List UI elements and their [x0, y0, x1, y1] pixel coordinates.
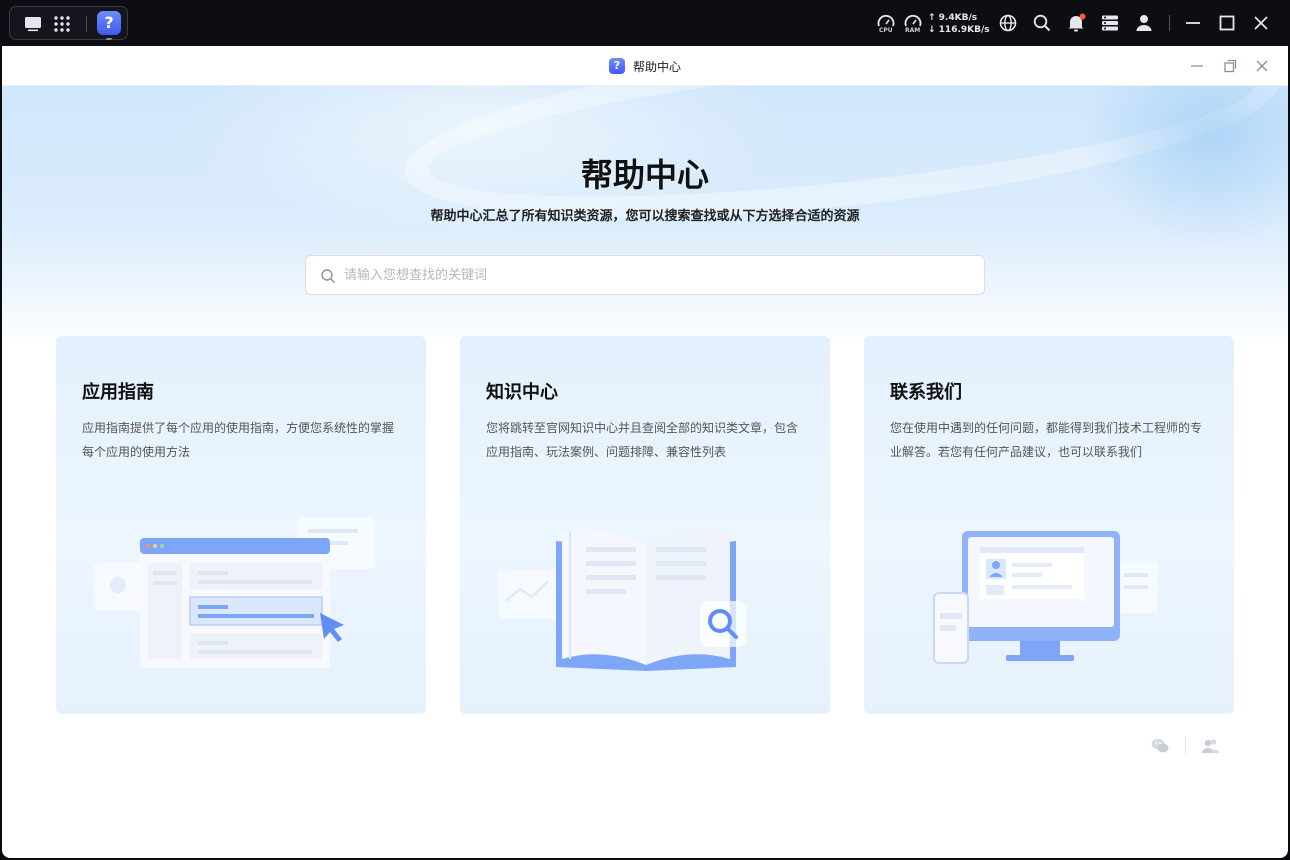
download-speed: ↓ 116.9KB/s [928, 25, 990, 35]
user-icon[interactable] [1134, 13, 1154, 33]
search-input[interactable] [344, 264, 964, 286]
close-icon[interactable] [1251, 13, 1271, 33]
cpu-label: CPU [879, 27, 893, 34]
taskbar-separator [1169, 15, 1170, 31]
window-close-icon[interactable] [1254, 58, 1270, 74]
window-minimize-icon[interactable] [1189, 58, 1205, 74]
card-app-guide[interactable]: 应用指南 应用指南提供了每个应用的使用指南，方便您系统性的掌握每个应用的使用方法 [56, 336, 426, 714]
window-title-icon: ? [609, 58, 625, 74]
bell-icon[interactable] [1066, 13, 1086, 33]
card-title: 知识中心 [486, 382, 558, 403]
page-title: 帮助中心 [580, 156, 709, 194]
upload-speed: ↑ 9.4KB/s [928, 13, 978, 23]
page-subtitle: 帮助中心汇总了所有知识类资源，您可以搜索查找或从下方选择合适的资源 [430, 209, 860, 224]
network-speed: ↑ 9.4KB/s ↓ 116.9KB/s [928, 12, 990, 36]
app-grid-icon[interactable] [52, 14, 72, 34]
help-center-app-icon[interactable]: ? [97, 11, 121, 40]
card-knowledge-center[interactable]: 知识中心 您将跳转至官网知识中心并且查阅全部的知识类文章，包含应用指南、玩法案例… [460, 336, 830, 714]
card-description: 您在使用中遇到的任何问题，都能得到我们技术工程师的专业解答。若您有任何产品建议，… [890, 421, 1203, 459]
window-title: 帮助中心 [633, 60, 682, 74]
server-icon[interactable] [1100, 13, 1120, 33]
notification-dot [1079, 13, 1086, 20]
system-taskbar: ? CPU RAM ↑ 9.4KB/s ↓ 116.9KB/s [0, 0, 1290, 46]
globe-icon[interactable] [998, 13, 1018, 33]
card-title: 应用指南 [82, 382, 154, 403]
help-center-window: ? 帮助中心 帮助中心 帮助中心汇总了所有知识类资源，您可以搜索查找或从下方选择… [2, 46, 1288, 858]
minimize-icon[interactable] [1183, 13, 1203, 33]
app-dock: ? [9, 6, 128, 40]
search-box[interactable] [305, 255, 985, 295]
desktop-icon[interactable] [23, 14, 43, 34]
footer-separator [1185, 737, 1186, 755]
app-guide-illustration [94, 517, 374, 668]
search-icon[interactable] [1032, 13, 1052, 33]
card-contact-us[interactable]: 联系我们 您在使用中遇到的任何问题，都能得到我们技术工程师的专业解答。若您有任何… [864, 336, 1234, 714]
window-titlebar[interactable]: ? 帮助中心 [2, 46, 1288, 86]
maximize-icon[interactable] [1217, 13, 1237, 33]
card-description: 应用指南提供了每个应用的使用指南，方便您系统性的掌握每个应用的使用方法 [82, 421, 395, 459]
wechat-icon[interactable] [1150, 736, 1170, 756]
card-title: 联系我们 [890, 382, 962, 403]
ram-label: RAM [905, 27, 921, 34]
knowledge-book-illustration [498, 528, 746, 671]
window-restore-icon[interactable] [1222, 58, 1238, 74]
community-icon[interactable] [1200, 736, 1220, 756]
card-description: 您将跳转至官网知识中心并且查阅全部的知识类文章，包含应用指南、玩法案例、问题排障… [486, 421, 799, 459]
dock-separator [86, 16, 87, 32]
search-input-icon [321, 269, 336, 284]
contact-computer-illustration [933, 531, 1158, 664]
